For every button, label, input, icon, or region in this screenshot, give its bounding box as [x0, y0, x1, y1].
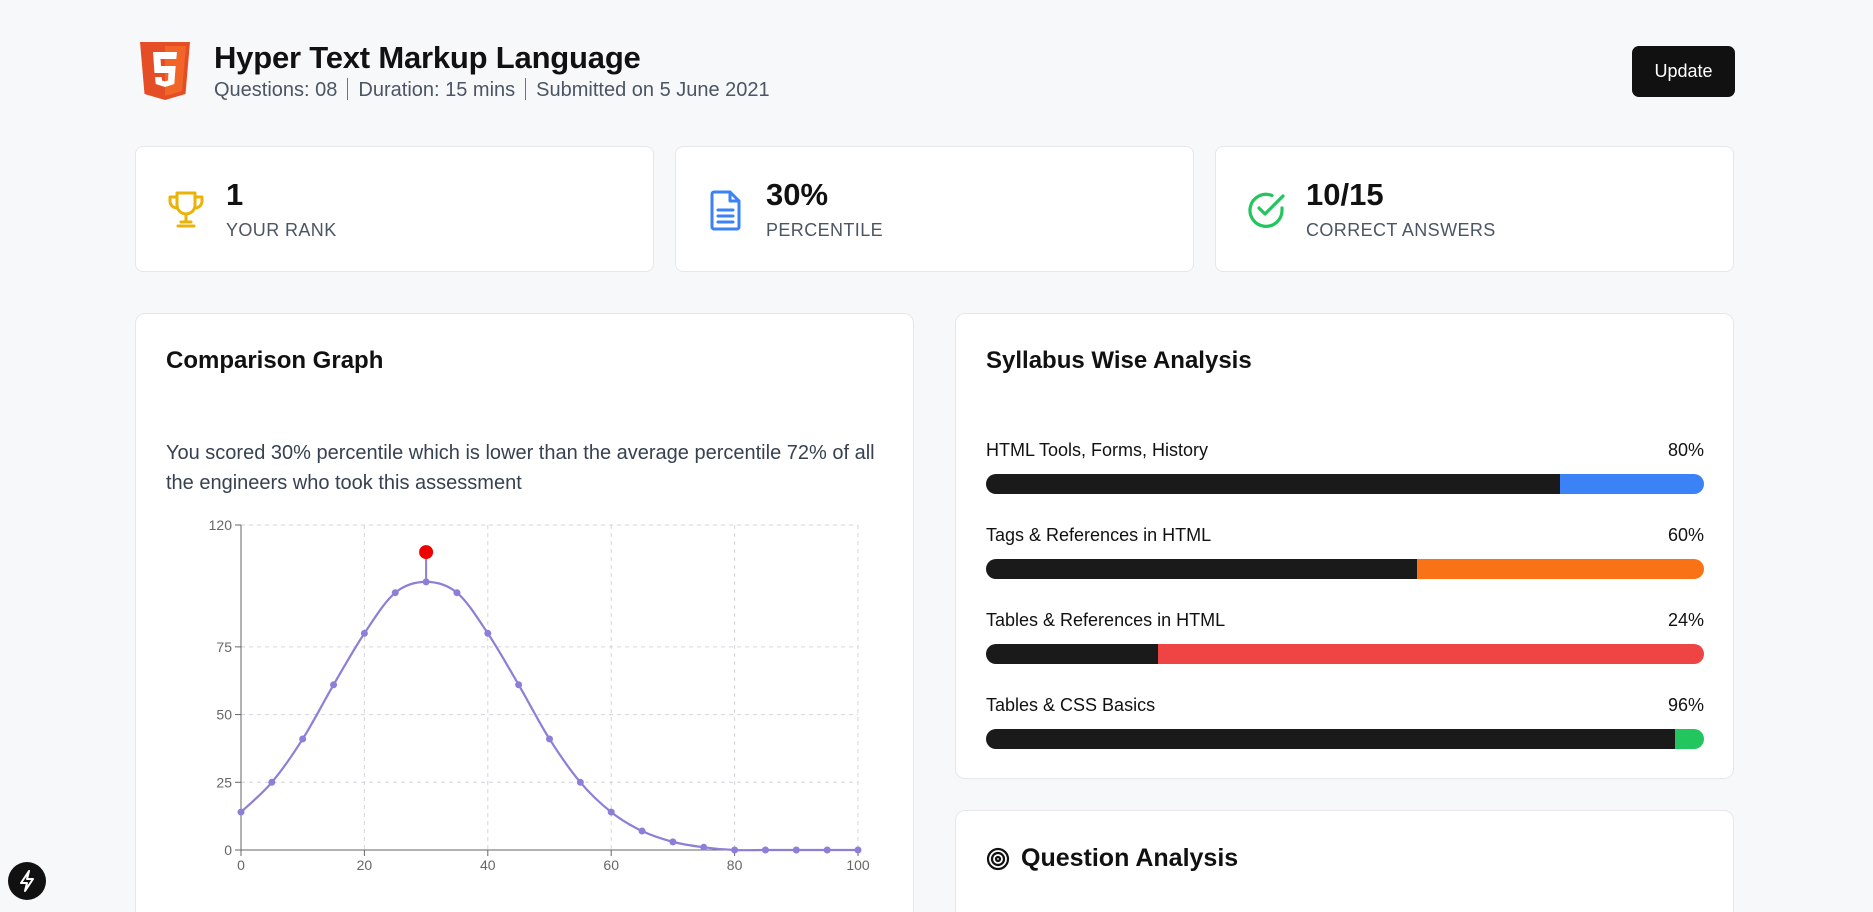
syllabus-item: Tags & References in HTML 60% [986, 525, 1704, 585]
x-tick-label: 20 [357, 857, 373, 873]
question-analysis-panel: Question Analysis [955, 810, 1734, 912]
syllabus-item: HTML Tools, Forms, History 80% [986, 440, 1704, 500]
x-tick-label: 100 [846, 857, 870, 873]
syllabus-item-percent: 96% [1667, 695, 1704, 715]
syllabus-progress-bar [986, 729, 1704, 749]
data-point [237, 808, 245, 816]
syllabus-title: Syllabus Wise Analysis [986, 347, 1252, 374]
comparison-graph-panel: Comparison Graph You scored 30% percenti… [135, 313, 914, 912]
check-circle-icon [1248, 192, 1285, 228]
y-tick-label: 120 [209, 517, 233, 533]
data-point [761, 846, 769, 854]
series-line [240, 580, 858, 852]
data-point [792, 846, 800, 854]
syllabus-item-name: Tags & References in HTML [986, 525, 1212, 545]
divider [525, 78, 527, 100]
correct-answers-value: 10/15 [1306, 177, 1384, 212]
data-point [546, 735, 553, 743]
syllabus-item-name: Tables & References in HTML [986, 610, 1226, 630]
progress-remainder [1675, 729, 1704, 749]
x-tick-label: 80 [727, 857, 743, 873]
data-point [484, 629, 492, 637]
percentile-value: 30% [766, 177, 829, 212]
progress-fill [986, 729, 1676, 749]
progress-remainder [1158, 644, 1704, 664]
y-tick-label: 50 [216, 707, 232, 723]
assessment-meta: Questions: 08 Duration: 15 mins Submitted … [214, 78, 770, 102]
percentile-label: PERCENTILE [766, 220, 884, 240]
target-icon [986, 847, 1010, 871]
x-tick-label: 0 [237, 857, 245, 873]
data-point [299, 735, 307, 743]
syllabus-item: Tables & References in HTML 24% [986, 610, 1704, 670]
y-tick-label: 0 [224, 842, 232, 858]
percentile-card: 30% PERCENTILE [675, 146, 1194, 272]
data-point [391, 589, 399, 597]
data-point [268, 778, 276, 786]
page-header: Hyper Text Markup Language Questions: 08… [135, 38, 1735, 104]
data-point [515, 681, 523, 689]
syllabus-item-name: HTML Tools, Forms, History [986, 440, 1209, 460]
syllabus-item-percent: 80% [1667, 440, 1704, 460]
data-point [360, 629, 368, 637]
divider [347, 78, 349, 100]
syllabus-progress-bar [986, 559, 1704, 579]
rank-value: 1 [226, 177, 244, 212]
data-point [700, 843, 708, 851]
syllabus-item-percent: 60% [1667, 525, 1704, 545]
submitted-date: Submitted on 5 June 2021 [536, 79, 770, 101]
data-point [731, 846, 739, 854]
data-point [669, 838, 677, 846]
comparison-chart: 0 20 40 60 80 100 0 25 50 75 120 [209, 517, 870, 873]
syllabus-item-name: Tables & CSS Basics [986, 695, 1156, 715]
questions-count: Questions: 08 [214, 79, 338, 101]
syllabus-analysis-panel: Syllabus Wise Analysis HTML Tools, Forms… [955, 313, 1734, 779]
rank-card: 1 YOUR RANK [135, 146, 654, 272]
data-point [330, 681, 338, 689]
progress-fill [986, 559, 1417, 579]
data-point [638, 827, 646, 835]
y-tick-label: 75 [216, 639, 232, 655]
data-point [576, 778, 584, 786]
correct-answers-label: CORRECT ANSWERS [1306, 220, 1496, 240]
progress-remainder [1416, 559, 1704, 579]
syllabus-item-percent: 24% [1667, 610, 1704, 630]
document-icon [710, 190, 741, 231]
progress-remainder [1560, 474, 1704, 494]
lightning-icon [20, 870, 34, 892]
y-tick-label: 25 [216, 774, 232, 790]
syllabus-item: Tables & CSS Basics 96% [986, 695, 1704, 755]
data-point [607, 808, 615, 816]
data-point [453, 589, 461, 597]
your-score-point [419, 545, 434, 560]
x-tick-label: 40 [480, 857, 496, 873]
data-point [854, 846, 862, 854]
syllabus-progress-bar [986, 644, 1704, 664]
page-title: Hyper Text Markup Language [214, 40, 641, 75]
rank-label: YOUR RANK [226, 220, 337, 240]
syllabus-progress-bar [986, 474, 1704, 494]
duration: Duration: 15 mins [358, 79, 516, 101]
progress-fill [986, 644, 1159, 664]
correct-answers-card: 10/15 CORRECT ANSWERS [1215, 146, 1734, 272]
update-button[interactable]: Update [1632, 46, 1735, 97]
question-analysis-title: Question Analysis [1021, 844, 1239, 872]
dev-tools-button[interactable] [8, 862, 46, 900]
x-tick-label: 60 [603, 857, 619, 873]
trophy-icon [168, 191, 204, 228]
progress-fill [986, 474, 1561, 494]
html5-logo-icon [140, 42, 190, 100]
data-point [823, 846, 831, 854]
